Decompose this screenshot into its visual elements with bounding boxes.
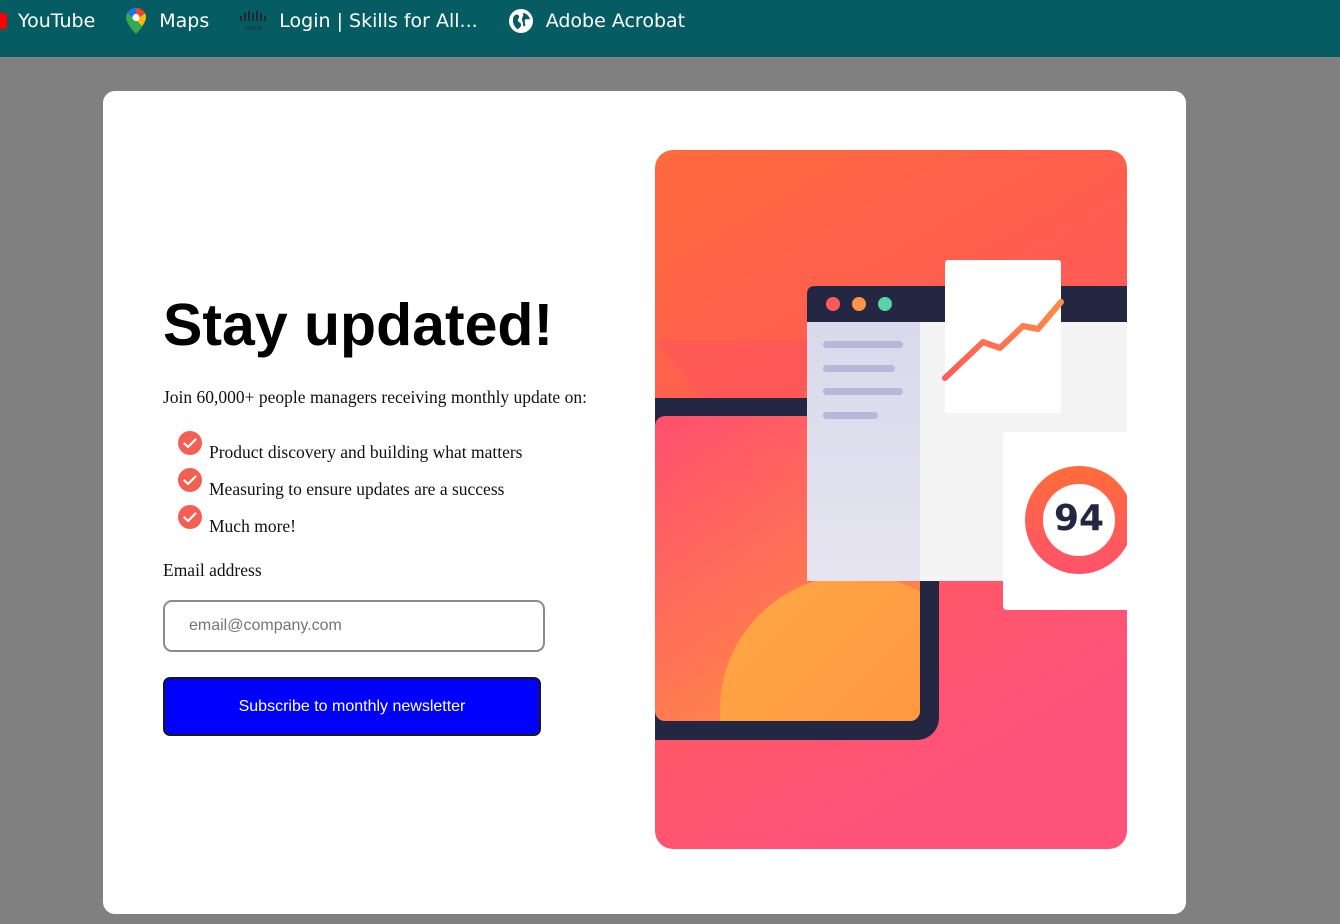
list-item: Measuring to ensure updates are a succes… bbox=[178, 463, 633, 500]
email-label: Email address bbox=[163, 560, 262, 580]
svg-text:cisco: cisco bbox=[244, 24, 262, 32]
subscribe-button[interactable]: Subscribe to monthly newsletter bbox=[163, 677, 541, 736]
feature-text: Measuring to ensure updates are a succes… bbox=[209, 479, 505, 499]
signup-panel: Stay updated! Join 60,000+ people manage… bbox=[163, 291, 633, 736]
cisco-icon: cisco bbox=[239, 10, 267, 32]
bookmark-label: Maps bbox=[159, 9, 210, 32]
intro-text: Join 60,000+ people managers receiving m… bbox=[163, 387, 587, 407]
feature-text: Product discovery and building what matt… bbox=[209, 442, 523, 462]
feature-list: Product discovery and building what matt… bbox=[178, 426, 633, 537]
bookmark-label: YouTube bbox=[18, 9, 96, 32]
bookmark-adobe-acrobat[interactable]: Adobe Acrobat bbox=[508, 1, 685, 41]
check-icon bbox=[178, 468, 202, 492]
youtube-icon bbox=[0, 12, 7, 29]
email-field[interactable] bbox=[163, 600, 545, 652]
maps-pin-icon bbox=[125, 7, 147, 35]
bookmark-youtube[interactable]: YouTube bbox=[0, 1, 95, 41]
hero-illustration: 94 bbox=[655, 150, 1127, 849]
bookmark-skills-for-all[interactable]: cisco Login | Skills for All... bbox=[239, 1, 478, 41]
bookmark-label: Login | Skills for All... bbox=[279, 9, 478, 32]
bookmark-maps[interactable]: Maps bbox=[125, 1, 209, 41]
feature-text: Much more! bbox=[209, 516, 296, 536]
globe-icon bbox=[508, 8, 534, 34]
page-title: Stay updated! bbox=[163, 292, 554, 358]
list-item: Much more! bbox=[178, 500, 633, 537]
check-icon bbox=[178, 505, 202, 529]
list-item: Product discovery and building what matt… bbox=[178, 426, 633, 463]
check-icon bbox=[178, 431, 202, 455]
bookmarks-bar: YouTube Maps cisco Login | Skills for Al… bbox=[0, 0, 1340, 57]
score-value: 94 bbox=[1053, 498, 1105, 539]
bookmark-label: Adobe Acrobat bbox=[545, 9, 686, 32]
newsletter-card: Stay updated! Join 60,000+ people manage… bbox=[103, 91, 1186, 914]
